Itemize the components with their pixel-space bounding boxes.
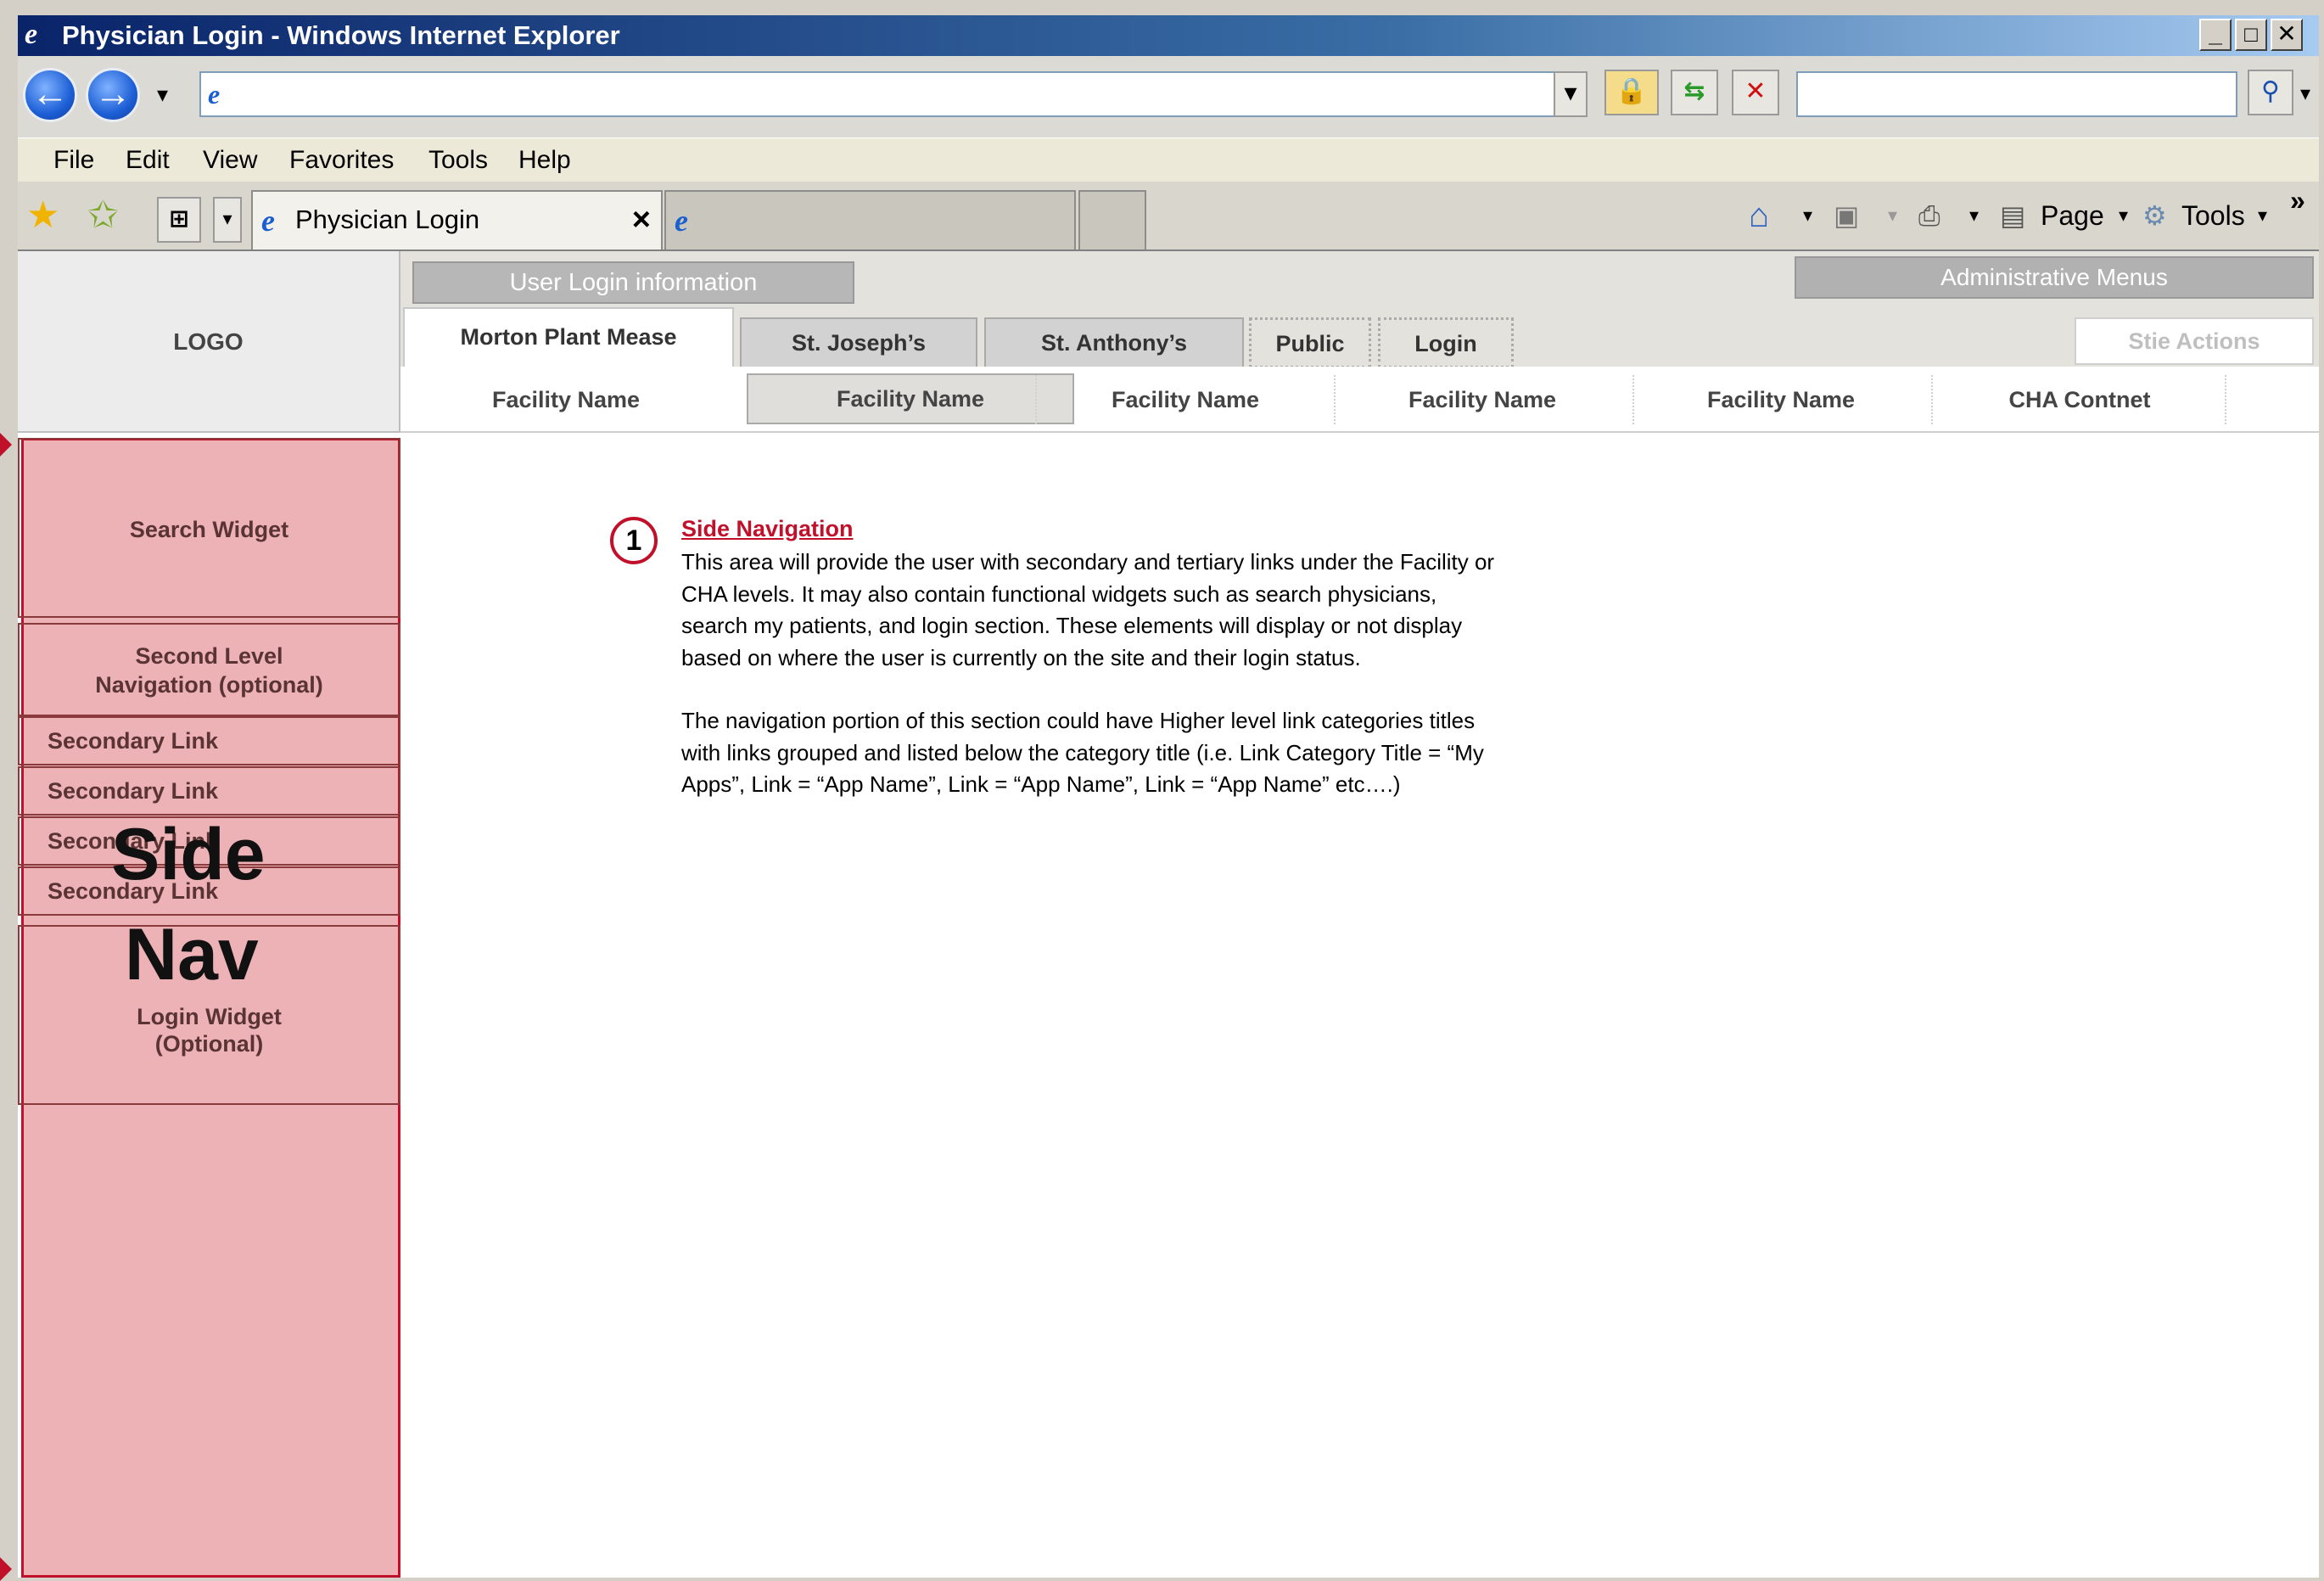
menu-bar: File Edit View Favorites Tools Help [18,137,2319,182]
ie-logo-icon: e [25,19,38,50]
callout-number-badge: 1 [610,517,658,564]
search-icon[interactable]: ⚲ [2248,70,2293,115]
facility-nav-item[interactable]: Facility Name [1037,367,1334,433]
secondary-link[interactable]: Secondary Link [18,766,400,816]
second-level-nav: Second Level Navigation (optional) [18,623,400,716]
new-tab-button[interactable] [1078,190,1146,249]
facility-nav-row: Facility Name Facility Name Facility Nam… [400,367,2319,433]
feeds-icon[interactable]: ▣ [1834,197,1859,234]
tab-bar: ★ ✩ ⊞ ▾ e Physician Login × e ⌂ ▾ ▣ ▾ ⎙ … [18,182,2319,251]
menu-help[interactable]: Help [518,145,571,176]
page-icon: e [208,79,221,109]
minimize-button[interactable]: _ [2199,19,2232,51]
url-dropdown-icon[interactable]: ▾ [1554,71,1588,117]
facility-nav-cha-content[interactable]: CHA Contnet [1931,367,2228,433]
tab-physician-login[interactable]: e Physician Login × [251,190,663,249]
maximize-button[interactable]: □ [2235,19,2267,51]
divider [2225,375,2226,424]
tab-close-icon[interactable]: × [632,192,651,248]
callout-title: Side Navigation [681,516,854,541]
side-nav-label-nav: Nav [125,914,259,995]
menu-tools[interactable]: Tools [428,145,488,176]
tab-login[interactable]: Login [1378,317,1514,368]
user-login-info[interactable]: User Login information [412,261,854,304]
back-button[interactable]: ← [23,68,77,122]
tab-new-ie-icon: e [675,204,688,238]
refresh-icon[interactable]: ⇆ [1671,70,1718,115]
history-dropdown-icon[interactable]: ▾ [157,81,168,108]
site-logo[interactable]: LOGO [18,251,400,433]
page-menu-icon: ▤ [2000,200,2026,231]
callout-description: This area will provide the user with sec… [681,547,1496,833]
tab-public[interactable]: Public [1249,317,1371,368]
page-dropdown-icon[interactable]: ▾ [2119,197,2128,234]
address-bar: ← → ▾ e ▾ 🔒 ⇆ ✕ ⚲ ▾ [18,56,2319,137]
home-icon[interactable]: ⌂ [1749,197,1769,234]
tools-dropdown-icon[interactable]: ▾ [2258,197,2267,234]
lock-icon[interactable]: 🔒 [1604,70,1659,115]
facility-nav-item[interactable]: Facility Name [1334,367,1631,433]
tab-new[interactable]: e [664,190,1076,249]
menu-view[interactable]: View [203,145,257,176]
tab-st-anthonys[interactable]: St. Anthony’s [984,317,1244,368]
close-window-button[interactable]: ✕ [2271,19,2303,51]
chevron-overflow-icon[interactable]: » [2290,182,2305,219]
feeds-dropdown-icon[interactable]: ▾ [1888,197,1897,234]
facility-nav-item-selected[interactable]: Facility Name [747,373,1074,424]
window-title: Physician Login - Windows Internet Explo… [62,20,620,50]
quick-tabs-icon[interactable]: ⊞ [157,197,201,243]
add-favorites-icon[interactable]: ✩ [87,195,119,236]
facility-nav-item[interactable]: Facility Name [400,367,731,433]
facility-nav-item[interactable]: Facility Name [1632,367,1929,433]
second-level-nav-title: Second Level [135,643,283,669]
gear-icon: ⚙ [2142,200,2167,231]
site-actions-button[interactable]: Stie Actions [2075,317,2314,365]
secondary-link[interactable]: Secondary Link [18,716,400,765]
administrative-menus[interactable]: Administrative Menus [1795,256,2314,299]
tab-title: Physician Login [295,205,480,234]
second-level-nav-subtitle: Navigation (optional) [95,672,323,698]
tab-list-dropdown-icon[interactable]: ▾ [213,197,242,243]
search-options-icon[interactable]: ▾ [2300,81,2310,106]
home-dropdown-icon[interactable]: ▾ [1803,197,1812,234]
tools-menu-button[interactable]: Tools [2181,197,2245,234]
print-icon[interactable]: ⎙ [1918,197,1940,234]
favorites-star-icon[interactable]: ★ [26,195,59,236]
login-widget-title: Login Widget [137,1004,282,1029]
tab-ie-icon: e [261,204,275,238]
menu-file[interactable]: File [53,145,94,176]
search-input[interactable] [1796,71,2237,117]
search-widget[interactable]: Search Widget [18,438,400,618]
print-dropdown-icon[interactable]: ▾ [1969,197,1979,234]
window-titlebar: e Physician Login - Windows Internet Exp… [18,15,2319,56]
menu-edit[interactable]: Edit [126,145,170,176]
url-input[interactable]: e [199,71,1587,117]
callout-paragraph-2: The navigation portion of this section c… [681,708,1484,797]
stop-icon[interactable]: ✕ [1732,70,1779,115]
menu-favorites[interactable]: Favorites [289,145,394,176]
page-menu-button[interactable]: Page [2041,197,2104,234]
side-nav-label-side: Side [111,814,266,895]
forward-button[interactable]: → [86,68,140,122]
login-widget-subtitle: (Optional) [154,1031,264,1057]
annotation-marker-arrow [0,433,12,457]
callout-paragraph-1: This area will provide the user with sec… [681,549,1495,670]
tab-st-josephs[interactable]: St. Joseph’s [740,317,977,368]
page-viewport: LOGO User Login information Administrati… [18,251,2319,1578]
